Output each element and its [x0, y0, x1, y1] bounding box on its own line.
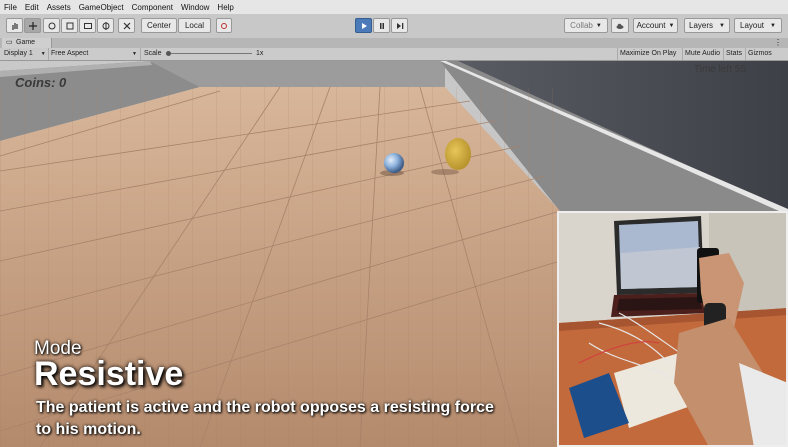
pause-icon — [379, 22, 384, 29]
display-select-value: Display 1 — [4, 50, 33, 57]
step-button[interactable] — [391, 18, 408, 33]
scale-slider-track — [166, 53, 252, 54]
menu-window[interactable]: Window — [177, 3, 213, 12]
tools-icon — [123, 22, 130, 29]
hand-tool-button[interactable] — [6, 18, 23, 33]
cloud-icon — [616, 23, 624, 29]
layout-dropdown[interactable]: Layout ▼ — [734, 18, 782, 33]
menu-component[interactable]: Component — [128, 3, 177, 12]
window-tab-row: ▭ Game ⋮ — [0, 38, 788, 48]
pivot-rotation-button[interactable]: Local — [178, 18, 211, 33]
chevron-down-icon: ▼ — [668, 22, 675, 29]
mode-description-line-2: to his motion. — [36, 421, 141, 438]
webcam-inset — [557, 211, 788, 447]
scale-label: Scale — [144, 50, 162, 57]
main-toolbar: Center Local Collab ▼ Account ▼ Layers ▼… — [0, 14, 788, 39]
gizmos-dropdown[interactable]: Gizmos — [745, 48, 774, 60]
chevron-down-icon: ▼ — [770, 22, 776, 29]
move-arrows-icon — [28, 21, 37, 30]
menu-assets[interactable]: Assets — [43, 3, 75, 12]
tab-game[interactable]: ▭ Game — [2, 38, 53, 48]
collab-label: Collab — [570, 21, 593, 30]
game-view-controls: Display 1 ▼ Free Aspect ▼ Scale 1x Maxim… — [0, 48, 788, 61]
layers-dropdown[interactable]: Layers ▼ — [684, 18, 730, 33]
chevron-down-icon: ▼ — [595, 22, 602, 29]
maximize-on-play-toggle[interactable]: Maximize On Play — [617, 48, 678, 60]
webcam-photo — [559, 213, 786, 445]
rotate-tool-button[interactable] — [43, 18, 60, 33]
menu-edit[interactable]: Edit — [21, 3, 43, 12]
collab-dropdown[interactable]: Collab ▼ — [564, 18, 608, 33]
mode-description-line-1: The patient is active and the robot oppo… — [36, 399, 494, 416]
coin — [445, 138, 471, 170]
chevron-down-icon: ▼ — [40, 51, 46, 57]
tab-game-label: Game — [16, 39, 36, 46]
account-dropdown[interactable]: Account ▼ — [633, 18, 678, 33]
menu-gameobject[interactable]: GameObject — [75, 3, 128, 12]
rect-icon — [83, 22, 92, 29]
menu-file[interactable]: File — [0, 3, 21, 12]
pivot-mode-button[interactable]: Center — [141, 18, 177, 33]
step-icon — [396, 22, 403, 29]
mode-name: Resistive — [34, 355, 184, 393]
grid-snap-button[interactable] — [216, 18, 232, 33]
layers-label: Layers — [689, 21, 714, 30]
chevron-down-icon: ▼ — [719, 22, 725, 29]
aspect-select-value: Free Aspect — [51, 50, 89, 57]
menu-bar: File Edit Assets GameObject Component Wi… — [0, 0, 788, 14]
time-left-counter: Time left 55 — [694, 64, 746, 75]
account-label: Account — [636, 21, 666, 30]
rotate-icon — [48, 22, 55, 29]
scale-slider-thumb[interactable] — [166, 51, 171, 56]
transform-icon — [102, 21, 109, 30]
scale-icon — [66, 22, 73, 29]
custom-tool-button[interactable] — [118, 18, 135, 33]
stats-toggle[interactable]: Stats — [723, 48, 744, 60]
kebab-menu-icon[interactable]: ⋮ — [774, 38, 782, 48]
player-ball — [384, 153, 404, 173]
transform-tool-button[interactable] — [97, 18, 114, 33]
menu-help[interactable]: Help — [213, 3, 237, 12]
play-icon — [361, 22, 367, 29]
play-button[interactable] — [355, 18, 372, 33]
pivot-mode-label: Center — [146, 21, 171, 30]
game-view-icon: ▭ — [6, 39, 13, 46]
aspect-select[interactable]: Free Aspect ▼ — [51, 48, 141, 60]
move-tool-button[interactable] — [24, 18, 41, 33]
rect-tool-button[interactable] — [79, 18, 96, 33]
snap-icon — [221, 22, 227, 29]
layout-label: Layout — [740, 21, 765, 30]
pivot-rotation-label: Local — [184, 21, 205, 30]
cloud-button[interactable] — [611, 18, 629, 33]
coins-counter: Coins: 0 — [15, 75, 67, 90]
pause-button[interactable] — [373, 18, 390, 33]
mute-audio-toggle[interactable]: Mute Audio — [682, 48, 722, 60]
display-select[interactable]: Display 1 ▼ — [4, 48, 49, 60]
scale-value: 1x — [256, 50, 264, 57]
scale-tool-button[interactable] — [61, 18, 78, 33]
scale-slider[interactable] — [166, 48, 252, 60]
hand-icon — [11, 22, 18, 30]
chevron-down-icon: ▼ — [132, 51, 137, 57]
